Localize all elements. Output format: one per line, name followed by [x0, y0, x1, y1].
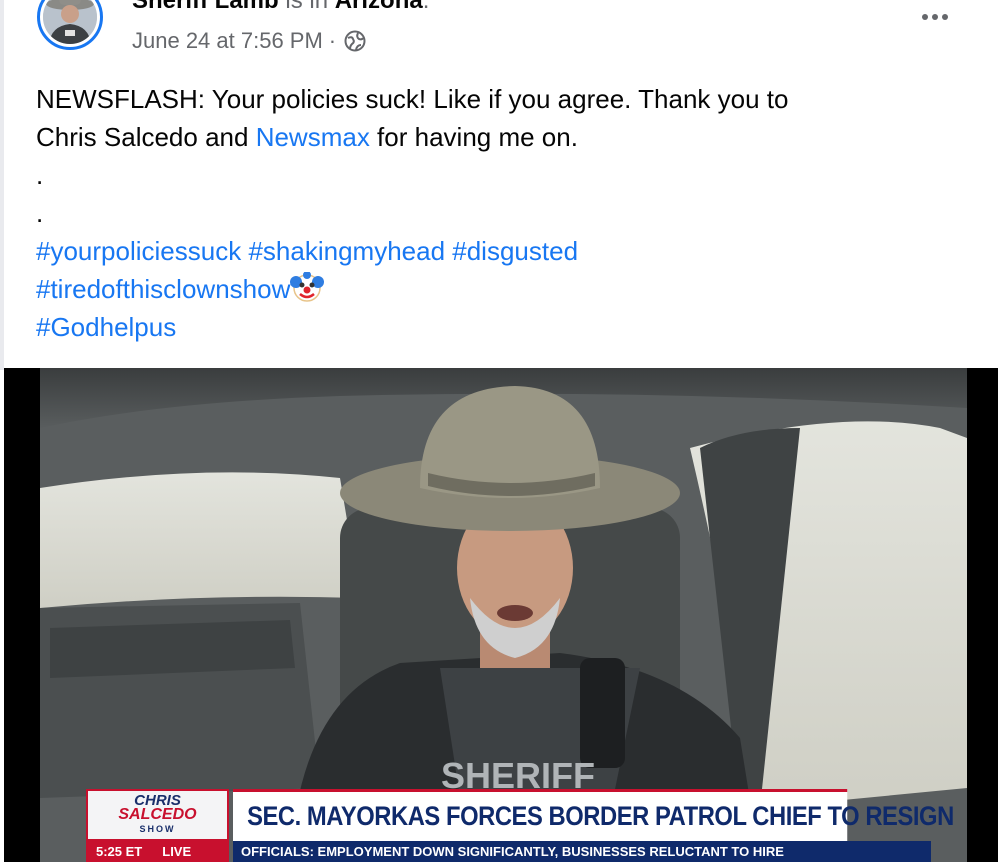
live-badge: LIVE: [162, 844, 192, 859]
post-header: Sheriff Lamb is in Arizona.: [132, 0, 429, 16]
dot-line: .: [36, 160, 44, 190]
avatar-photo: [43, 0, 97, 44]
broadcast-time: 5:25 ET: [96, 844, 143, 859]
hashtag-link[interactable]: #disgusted: [452, 236, 578, 266]
status-end: .: [422, 0, 430, 14]
post-message: NEWSFLASH: Your policies suck! Like if y…: [36, 80, 976, 346]
meta-separator: ·: [328, 28, 337, 53]
post-meta: June 24 at 7:56 PM ·: [132, 27, 366, 55]
dot-line: .: [36, 198, 44, 228]
news-ticker: OFFICIALS: EMPLOYMENT DOWN SIGNIFICANTLY…: [233, 841, 931, 862]
hashtag-line: #tiredofthisclownshow: [36, 270, 976, 308]
hashtag-link[interactable]: #shakingmyhead: [248, 236, 445, 266]
hashtag-line: #Godhelpus: [36, 308, 976, 346]
hashtag-link[interactable]: #tiredofthisclownshow: [36, 274, 290, 304]
message-text: for having me on.: [369, 122, 578, 152]
author-name[interactable]: Sheriff Lamb: [132, 0, 279, 14]
more-options-icon[interactable]: [915, 4, 955, 30]
show-logo-line: SALCEDO: [118, 806, 197, 823]
left-border: [0, 0, 4, 370]
news-lower-third: CHRIS SALCEDO SHOW SEC. MAYORKAS FORCES …: [86, 789, 954, 862]
location-link[interactable]: Arizona: [335, 0, 423, 14]
hashtag-line: #yourpoliciessuck #shakingmyhead #disgus…: [36, 232, 976, 270]
globe-icon[interactable]: [344, 30, 366, 52]
show-logo-line: SHOW: [139, 824, 176, 834]
video-frame: SHERIFF: [40, 368, 967, 862]
message-line-2: Chris Salcedo and Newsmax for having me …: [36, 118, 976, 156]
news-headline: SEC. MAYORKAS FORCES BORDER PATROL CHIEF…: [233, 789, 954, 841]
message-text: Chris Salcedo and: [36, 122, 256, 152]
author-avatar[interactable]: [37, 0, 103, 50]
hashtag-link[interactable]: #Godhelpus: [36, 312, 176, 342]
hashtag-link[interactable]: #yourpoliciessuck: [36, 236, 241, 266]
clown-face-emoji: [290, 271, 325, 302]
timestamp-link[interactable]: June 24 at 7:56 PM: [132, 27, 323, 55]
video-player[interactable]: SHERIFF CHRIS SALCEDO SHOW SEC. MAYORKAS…: [4, 368, 998, 862]
video-still: SHERIFF: [40, 368, 967, 862]
newsmax-link[interactable]: Newsmax: [256, 122, 370, 152]
time-live-bar: 5:25 ET LIVE: [86, 841, 229, 862]
show-logo: CHRIS SALCEDO SHOW: [86, 789, 229, 841]
message-line-1: NEWSFLASH: Your policies suck! Like if y…: [36, 84, 789, 114]
status-connector: is in: [285, 0, 329, 14]
